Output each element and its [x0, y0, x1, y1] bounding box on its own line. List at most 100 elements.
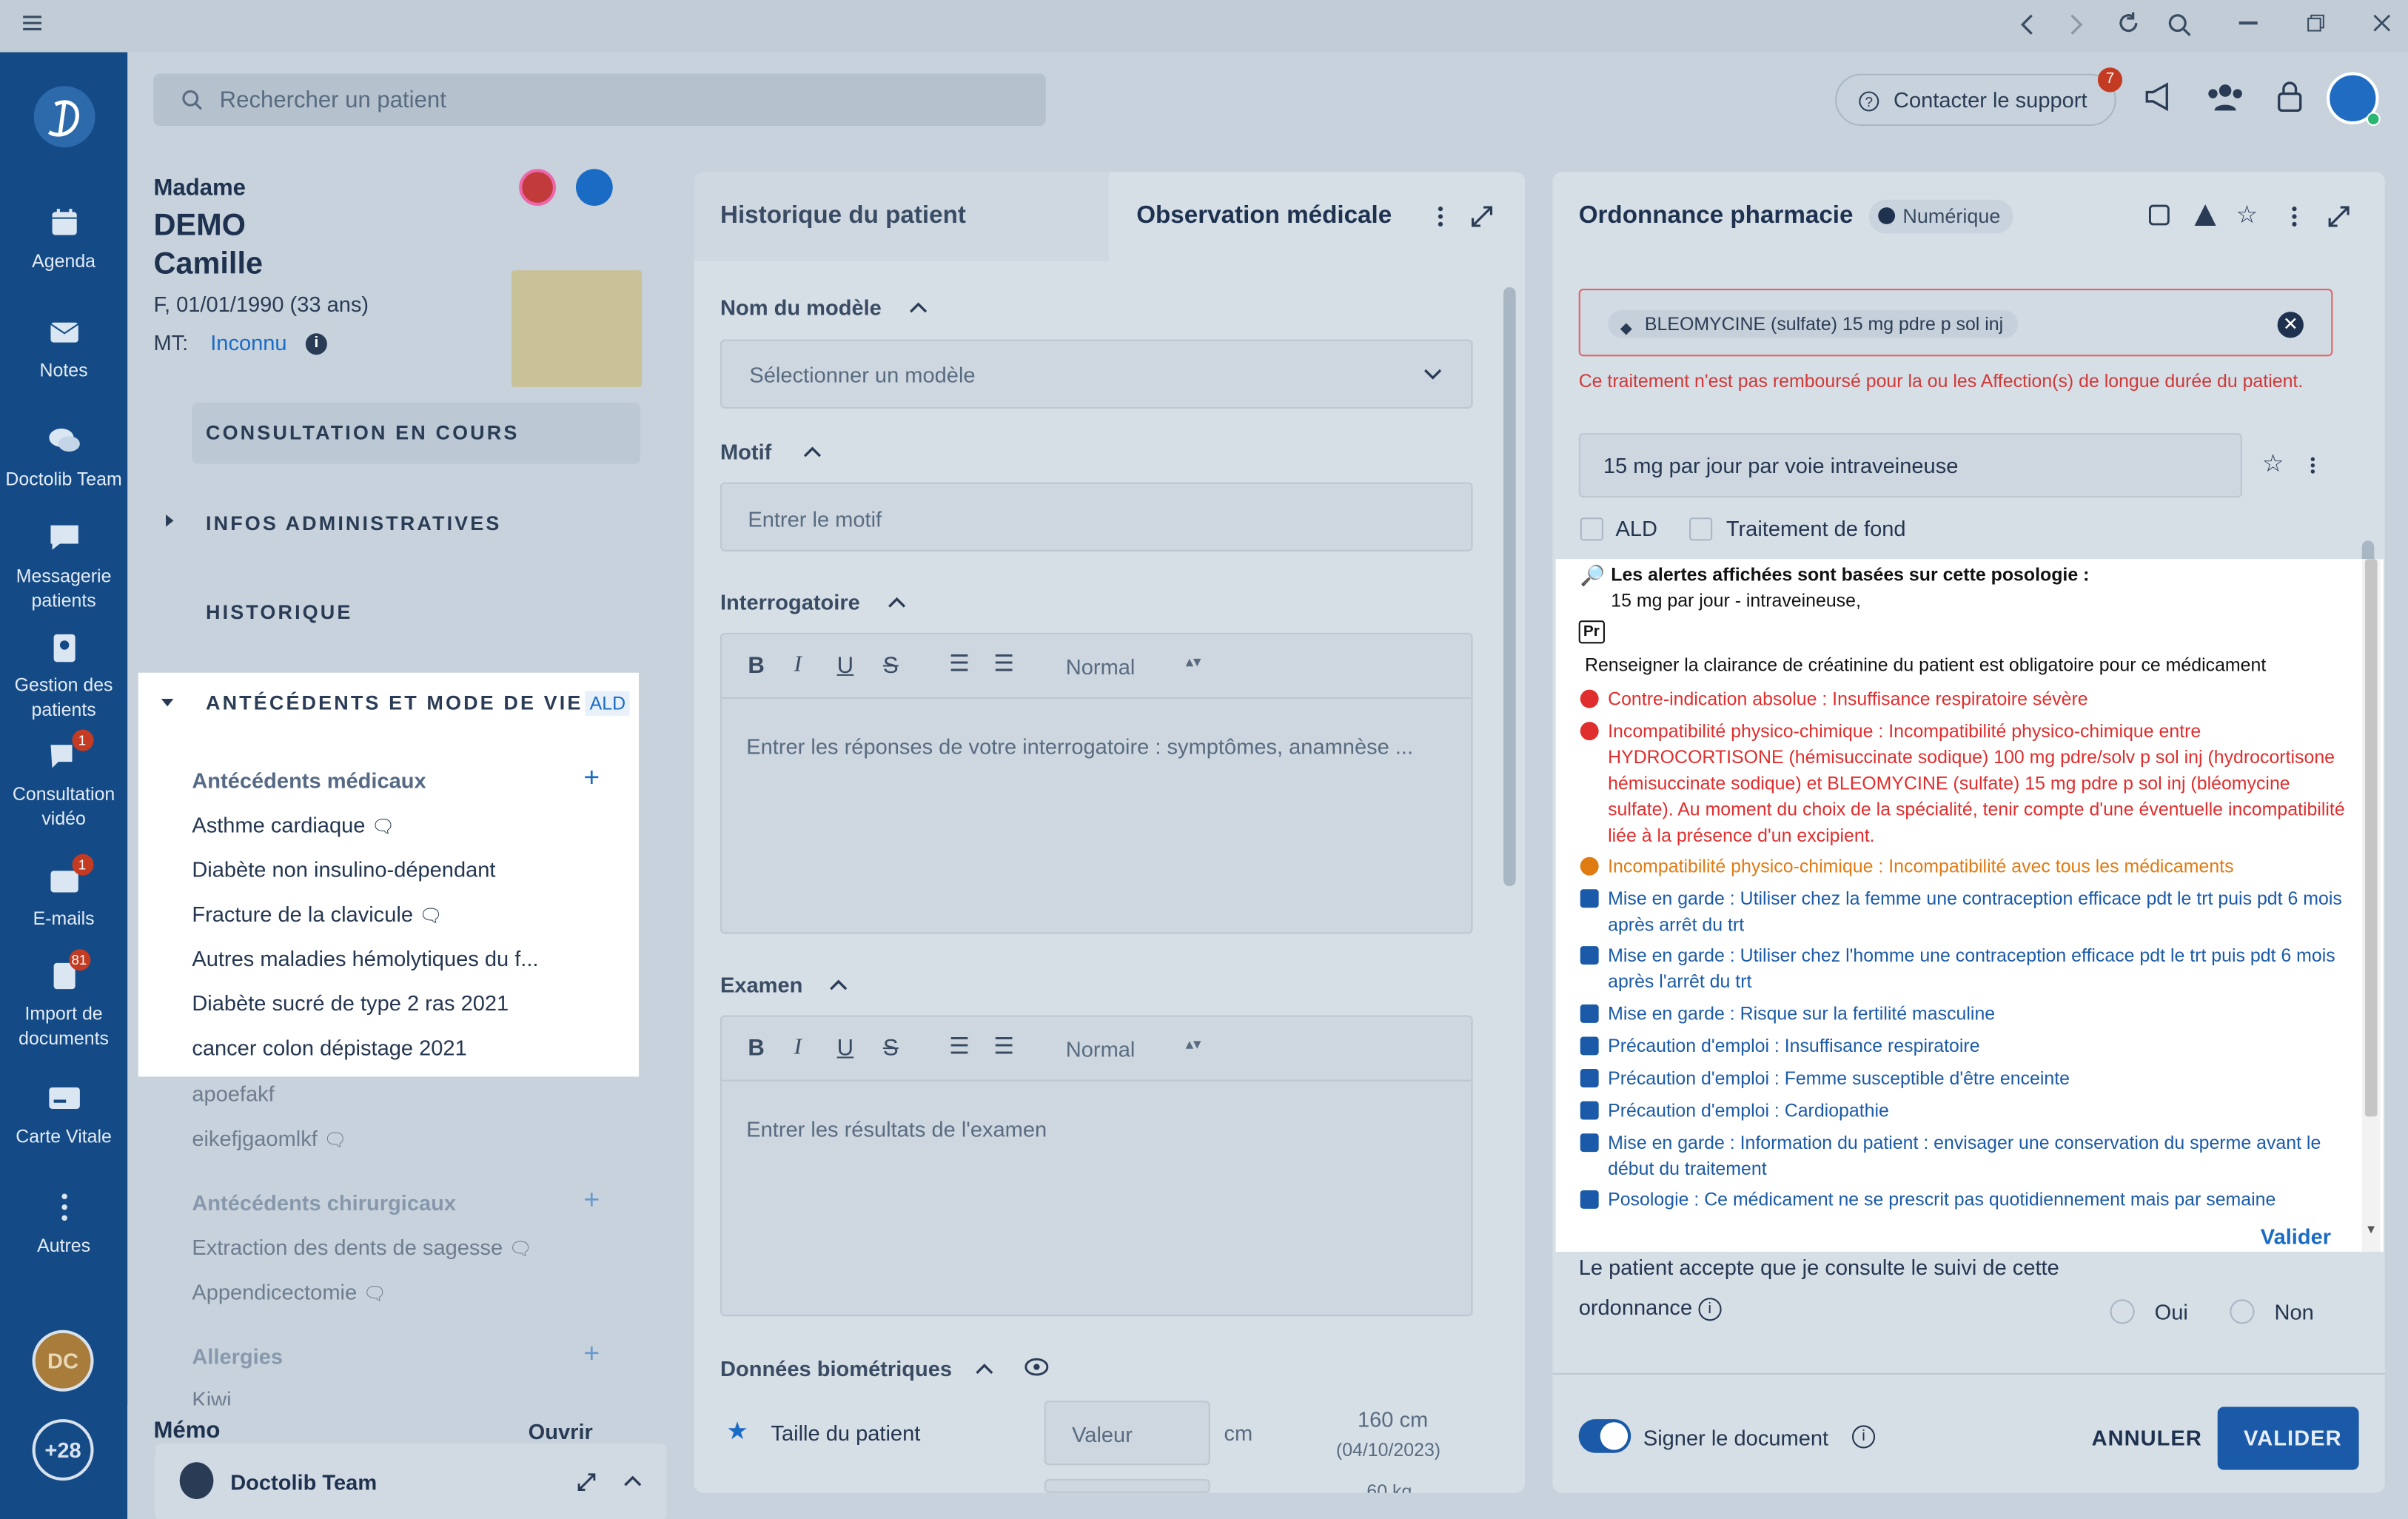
tab-history[interactable]: Historique du patient [694, 172, 1109, 261]
chevron-up-icon[interactable] [975, 1362, 993, 1375]
model-select[interactable]: Sélectionner un modèle [720, 339, 1473, 409]
sidebar-item-notes[interactable]: Notes [0, 315, 127, 382]
profile-avatar[interactable] [2327, 72, 2381, 127]
ald-tag[interactable]: ALD [585, 691, 631, 716]
strikethrough-icon[interactable]: S [883, 653, 899, 679]
list-item[interactable]: Appendicectomie 🗨 [192, 1279, 386, 1304]
team-icon[interactable] [2205, 81, 2245, 112]
add-surgical-button[interactable]: + [583, 1184, 600, 1217]
sidebar-item-team[interactable]: Doctolib Team [0, 424, 127, 492]
consent-yes-radio[interactable] [2110, 1299, 2135, 1324]
team-chat-bar[interactable]: Doctolib Team [155, 1443, 667, 1519]
format-select[interactable]: Normal [1066, 1036, 1136, 1061]
list-item[interactable]: Extraction des dents de sagesse 🗨 [192, 1235, 531, 1259]
list-item[interactable]: apoefakf [192, 1082, 274, 1106]
info-icon[interactable]: i [1851, 1425, 1876, 1449]
list-item[interactable]: Diabète sucré de type 2 ras 2021 [192, 990, 509, 1015]
cancel-button[interactable]: ANNULER [2092, 1425, 2202, 1449]
italic-icon[interactable]: I [794, 653, 802, 679]
list-item[interactable]: cancer colon dépistage 2021 [192, 1035, 466, 1059]
support-button[interactable]: ? Contacter le support [1835, 73, 2116, 127]
reload-icon[interactable] [2116, 11, 2141, 36]
drug-chip[interactable]: ◆ BLEOMYCINE (sulfate) 15 mg pdre p sol i… [1608, 310, 2019, 338]
chevron-up-icon[interactable] [623, 1473, 642, 1489]
clear-icon[interactable]: ✕ [2277, 312, 2304, 338]
alert-badge-icon[interactable] [519, 169, 557, 207]
expand-icon[interactable] [577, 1473, 596, 1492]
list-item[interactable]: Autres maladies hémolytiques du f... [192, 946, 538, 970]
pill-icon[interactable] [2147, 203, 2171, 227]
motif-input[interactable]: Entrer le motif [720, 482, 1473, 551]
patient-search[interactable]: Rechercher un patient [153, 73, 1046, 127]
doctolib-badge-icon[interactable] [575, 169, 613, 207]
user-avatar[interactable]: DC [32, 1329, 94, 1392]
add-allergy-button[interactable]: + [583, 1338, 600, 1370]
sidebar-item-video[interactable]: 1 Consultation vidéo [0, 729, 127, 831]
chevron-up-icon[interactable] [829, 979, 848, 991]
bold-icon[interactable]: B [748, 653, 764, 679]
sidebar-item-messagerie[interactable]: Messagerie patients [0, 520, 127, 612]
list-item[interactable]: Diabète non insulino-dépendant [192, 857, 495, 882]
list-item[interactable]: eikefjgaomlkf 🗨 [192, 1126, 346, 1150]
scrollbar[interactable] [1503, 264, 1516, 1485]
alerts-validate-link[interactable]: Valider [2261, 1224, 2331, 1249]
examen-editor[interactable]: B I U S ☰ ☰ Normal ▴▾ Entrer les résulta… [720, 1015, 1473, 1317]
restore-icon[interactable] [2307, 14, 2325, 33]
close-window-icon[interactable] [2372, 14, 2391, 33]
sidebar-item-agenda[interactable]: Agenda [0, 206, 127, 273]
weight-input[interactable] [1044, 1479, 1210, 1493]
underline-icon[interactable]: U [837, 653, 853, 679]
minimize-icon[interactable] [2238, 21, 2258, 24]
add-medical-button[interactable]: + [583, 762, 600, 794]
sidebar-item-more[interactable]: Autres [0, 1190, 127, 1258]
doctolib-logo[interactable] [30, 83, 98, 150]
mt-value[interactable]: Inconnu [210, 330, 286, 355]
more-vertical-icon[interactable] [2291, 206, 2297, 227]
star-icon[interactable]: ☆ [2236, 200, 2258, 230]
sidebar-item-vitale[interactable]: Carte Vitale [0, 1082, 127, 1149]
chevron-down-icon[interactable] [160, 697, 175, 710]
menu-icon[interactable] [21, 13, 43, 34]
scrollbar[interactable]: ▼ [2361, 559, 2381, 1252]
tab-observation[interactable]: Observation médicale [1136, 203, 1392, 230]
drug-field[interactable]: ◆ BLEOMYCINE (sulfate) 15 mg pdre p sol i… [1578, 289, 2333, 357]
italic-icon[interactable]: I [794, 1035, 802, 1061]
format-select[interactable]: Normal [1066, 654, 1136, 679]
expand-icon[interactable] [1471, 206, 1492, 227]
dosage-input[interactable]: 15 mg par jour par voie intraveineuse [1578, 433, 2242, 498]
admin-section[interactable]: INFOS ADMINISTRATIVES [206, 512, 501, 534]
sidebar-item-patients[interactable]: Gestion des patients [0, 630, 127, 722]
list-item[interactable]: Asthme cardiaque 🗨 [192, 813, 395, 837]
bold-icon[interactable]: B [748, 1035, 764, 1061]
chevron-up-icon[interactable] [888, 596, 906, 608]
megaphone-icon[interactable] [2142, 81, 2176, 112]
history-section[interactable]: HISTORIQUE [206, 600, 352, 623]
background-treatment-checkbox[interactable] [1689, 517, 1713, 541]
expand-icon[interactable] [2328, 206, 2350, 227]
lock-icon[interactable] [2276, 81, 2304, 113]
ordered-list-icon[interactable]: ☰ [949, 650, 970, 677]
sidebar-item-import[interactable]: 81 Import de documents [0, 949, 127, 1050]
underline-icon[interactable]: U [837, 1035, 853, 1061]
list-item[interactable]: Kiwi [192, 1387, 231, 1406]
interrogatoire-editor[interactable]: B I U S ☰ ☰ Normal ▴▾ Entrer les réponse… [720, 632, 1473, 934]
ald-checkbox[interactable] [1580, 517, 1603, 541]
bullet-list-icon[interactable]: ☰ [993, 1032, 1014, 1059]
validate-button[interactable]: VALIDER [2217, 1406, 2359, 1470]
consultation-tab[interactable]: CONSULTATION EN COURS [192, 402, 641, 464]
back-icon[interactable] [2016, 13, 2038, 37]
zoom-icon[interactable] [2167, 13, 2191, 37]
forward-icon[interactable] [2065, 13, 2087, 37]
warning-icon[interactable] [2193, 203, 2218, 227]
consent-no-radio[interactable] [2230, 1299, 2255, 1324]
info-icon[interactable]: i [305, 333, 327, 355]
search-input[interactable]: Rechercher un patient [220, 87, 446, 113]
more-accounts-button[interactable]: +28 [32, 1419, 94, 1481]
strikethrough-icon[interactable]: S [883, 1035, 899, 1061]
more-vertical-icon[interactable] [2310, 456, 2315, 475]
chevron-up-icon[interactable] [909, 301, 928, 314]
sidebar-item-emails[interactable]: 1 E-mails [0, 854, 127, 930]
more-vertical-icon[interactable] [1438, 206, 1443, 227]
chevron-up-icon[interactable] [803, 446, 822, 458]
info-icon[interactable]: i [1698, 1297, 1722, 1321]
